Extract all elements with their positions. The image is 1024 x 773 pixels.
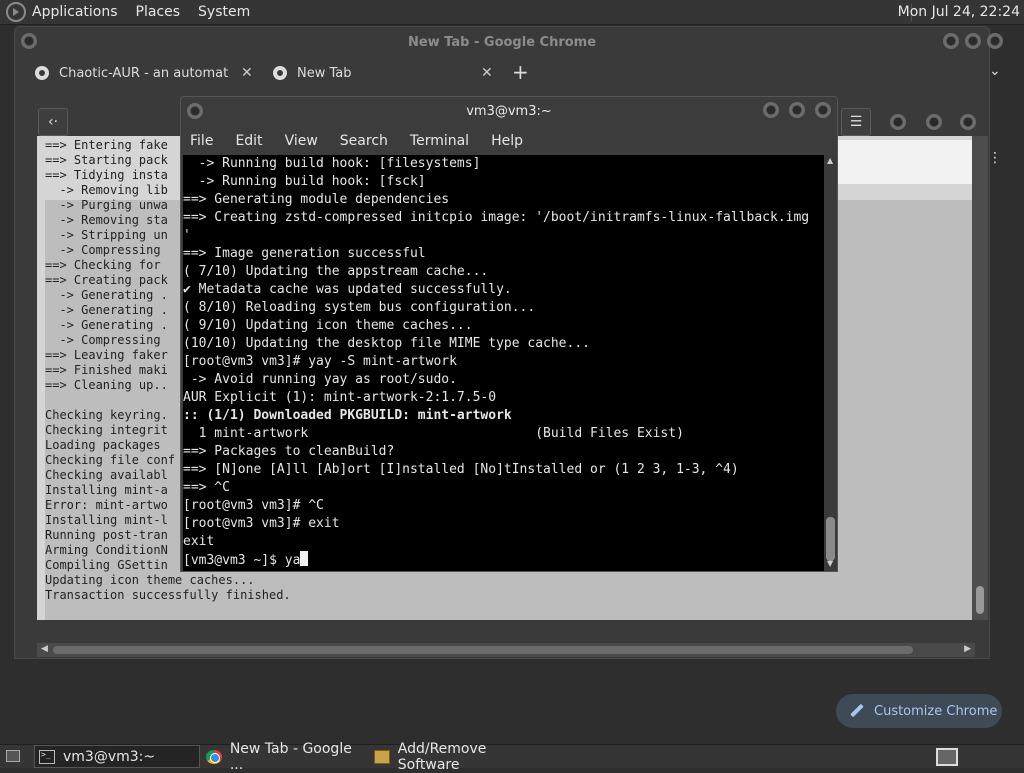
terminal-line: ==> Packages to cleanBuild?	[183, 444, 395, 459]
text-cursor	[300, 551, 309, 566]
terminal-line: ==> Image generation successful	[183, 246, 426, 261]
maximize-icon[interactable]	[965, 33, 981, 49]
globe-icon	[35, 66, 49, 80]
horizontal-scrollbar[interactable]: ◀ ▶	[37, 643, 975, 657]
close-icon[interactable]	[815, 102, 831, 118]
scroll-down-icon[interactable]: ▼	[827, 559, 833, 568]
log-line: Updating icon theme caches...	[45, 573, 255, 587]
taskbar-item-terminal[interactable]: vm3@vm3:~	[34, 745, 200, 768]
taskbar-item-chrome[interactable]: New Tab - Google ...	[202, 741, 368, 773]
tab-new-tab[interactable]: New Tab ✕	[273, 59, 498, 87]
terminal-line: [root@vm3 vm3]# exit	[183, 516, 340, 531]
show-desktop-icon[interactable]	[6, 750, 20, 762]
terminal-line: [root@vm3 vm3]# ^C	[183, 498, 324, 513]
menu-edit[interactable]: Edit	[235, 133, 262, 149]
terminal-line: exit	[183, 534, 215, 549]
menu-view[interactable]: View	[285, 133, 318, 149]
terminal-line: ( 9/10) Updating icon theme caches...	[183, 318, 473, 333]
workspace-switcher-icon[interactable]	[936, 748, 958, 766]
scroll-left-icon[interactable]: ◀	[41, 644, 48, 654]
log-maximize-icon[interactable]	[926, 114, 942, 130]
terminal-line: '	[183, 228, 191, 243]
tab-close-icon[interactable]: ✕	[241, 65, 253, 81]
terminal-line: -> Running build hook: [fsck]	[183, 174, 426, 189]
terminal-line: ✔ Metadata cache was updated successfull…	[183, 282, 512, 297]
chrome-window-title: New Tab - Google Chrome	[407, 35, 597, 50]
log-vertical-scrollbar[interactable]	[972, 136, 988, 620]
scrollbar-thumb[interactable]	[976, 586, 984, 614]
terminal-icon	[39, 749, 55, 764]
minimize-icon[interactable]	[943, 33, 959, 49]
places-menu[interactable]: Places	[136, 4, 181, 20]
close-icon[interactable]	[987, 33, 1003, 49]
tab-label: Chaotic-AUR - an automated |	[59, 65, 229, 81]
taskbar-item-add-remove-software[interactable]: Add/Remove Software	[370, 741, 550, 773]
clock[interactable]: Mon Jul 24, 22:24	[898, 4, 1020, 20]
kebab-menu-icon[interactable]: ⋮	[988, 150, 1002, 166]
chrome-tabstrip: Chaotic-AUR - an automated | ✕ New Tab ✕	[15, 59, 989, 87]
terminal-line: ==> Generating module dependencies	[183, 192, 450, 207]
top-panel: Applications Places System Mon Jul 24, 2…	[0, 0, 1024, 25]
scrollbar-thumb[interactable]	[53, 646, 913, 654]
taskbar-item-label: vm3@vm3:~	[63, 748, 156, 765]
terminal-line: AUR Explicit (1): mint-artwork-2:1.7.5-0	[183, 390, 497, 405]
terminal-line: [root@vm3 vm3]# yay -S mint-artwork	[183, 354, 457, 369]
terminal-line: [vm3@vm3 ~]$ ya	[183, 551, 809, 570]
terminal-line: 1 mint-artwork (Build Files Exist)	[183, 426, 684, 441]
terminal-line: ==> ^C	[183, 480, 230, 495]
tab-search-button[interactable]: ⌄	[989, 63, 1001, 79]
scroll-right-icon[interactable]: ▶	[964, 644, 971, 654]
terminal-line: -> Avoid running yay as root/sudo.	[183, 372, 457, 387]
customize-chrome-button[interactable]: Customize Chrome	[836, 694, 1002, 728]
maximize-icon[interactable]	[789, 102, 805, 118]
distro-logo-icon[interactable]	[6, 2, 26, 22]
menu-file[interactable]: File	[190, 133, 213, 149]
terminal-line: ( 8/10) Reloading system bus configurati…	[183, 300, 536, 315]
chrome-icon	[273, 66, 287, 80]
terminal-line: :: (1/1) Downloaded PKGBUILD: mint-artwo…	[183, 408, 512, 423]
terminal-line: ==> [N]one [A]ll [Ab]ort [I]nstalled [No…	[183, 462, 739, 477]
chrome-icon	[206, 749, 222, 764]
terminal-menubar: File Edit View Search Terminal Help	[181, 127, 837, 155]
terminal-screen[interactable]: -> Running build hook: [filesystems] -> …	[183, 155, 824, 571]
tab-chaotic-aur[interactable]: Chaotic-AUR - an automated | ✕	[35, 59, 260, 87]
log-minimize-icon[interactable]	[890, 114, 906, 130]
customize-label: Customize Chrome	[874, 703, 998, 719]
back-button[interactable]: ‹·	[38, 108, 68, 136]
terminal-titlebar[interactable]: vm3@vm3:~	[181, 97, 837, 127]
hamburger-menu-button[interactable]: ☰	[841, 108, 871, 136]
menu-search[interactable]: Search	[340, 133, 388, 149]
log-close-icon[interactable]	[960, 114, 976, 130]
terminal-scrollbar[interactable]: ▲ ▼	[824, 155, 837, 571]
terminal-window: vm3@vm3:~ File Edit View Search Terminal…	[180, 96, 838, 572]
terminal-line: -> Running build hook: [filesystems]	[183, 156, 481, 171]
new-tab-button[interactable]: +	[512, 60, 529, 84]
menu-help[interactable]: Help	[491, 133, 523, 149]
terminal-line: (10/10) Updating the desktop file MIME t…	[183, 336, 590, 351]
pencil-icon	[850, 704, 864, 718]
chrome-titlebar[interactable]: New Tab - Google Chrome	[15, 27, 1003, 59]
terminal-line: ( 7/10) Updating the appstream cache...	[183, 264, 489, 279]
scroll-up-icon[interactable]: ▲	[827, 156, 833, 165]
package-icon	[374, 749, 390, 764]
terminal-title: vm3@vm3:~	[466, 104, 552, 119]
system-menu[interactable]: System	[198, 4, 250, 20]
log-header-area	[830, 140, 972, 184]
scrollbar-thumb[interactable]	[826, 517, 835, 561]
minimize-icon[interactable]	[763, 102, 779, 118]
tab-close-icon[interactable]: ✕	[481, 65, 493, 81]
applications-menu[interactable]: Applications	[32, 4, 118, 20]
terminal-output: -> Running build hook: [filesystems] -> …	[183, 155, 809, 570]
log-line: Transaction successfully finished.	[45, 588, 291, 602]
terminal-line: ==> Creating zstd-compressed initcpio im…	[183, 210, 810, 225]
menu-terminal[interactable]: Terminal	[410, 133, 469, 149]
bottom-taskbar: vm3@vm3:~ New Tab - Google ... Add/Remov…	[0, 741, 1024, 773]
tab-label: New Tab	[297, 65, 352, 81]
